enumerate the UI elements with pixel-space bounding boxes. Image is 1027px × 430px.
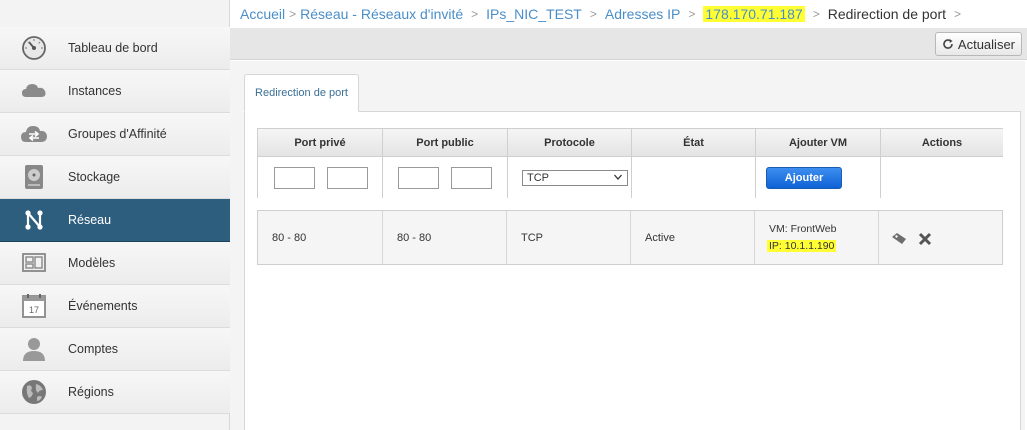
add-vm-cell: Ajouter <box>756 157 881 198</box>
toolbar: Actualiser <box>230 28 1027 60</box>
chevron-down-icon <box>614 174 622 180</box>
add-vm-button[interactable]: Ajouter <box>766 167 842 189</box>
state-cell <box>632 157 756 198</box>
breadcrumb-ip[interactable]: 178.170.71.187 <box>703 6 805 22</box>
sidebar-item-network[interactable]: Réseau <box>0 199 230 242</box>
sidebar-item-affinity-groups[interactable]: Groupes d'Affinité <box>0 113 230 156</box>
sidebar-item-label: Modèles <box>68 256 116 270</box>
public-port-start-input[interactable] <box>398 167 439 189</box>
sidebar-item-accounts[interactable]: Comptes <box>0 328 230 371</box>
cloud-arrows-icon <box>0 113 68 156</box>
main-content: Redirection de port Port privé Port publ… <box>230 61 1025 430</box>
rule-state: Active <box>631 211 755 264</box>
breadcrumb-separator: > <box>954 7 962 21</box>
protocol-cell: TCP <box>508 157 632 198</box>
network-icon <box>0 199 68 242</box>
breadcrumb-separator: > <box>812 7 820 21</box>
breadcrumb-separator: > <box>688 7 696 21</box>
sidebar-item-label: Groupes d'Affinité <box>68 127 167 141</box>
column-header-private-port: Port privé <box>258 129 383 157</box>
breadcrumb-separator: > <box>289 7 297 21</box>
sidebar-item-label: Réseau <box>68 213 112 227</box>
refresh-icon <box>943 39 953 49</box>
rule-vm-ip: IP: 10.1.1.190 <box>767 240 837 252</box>
user-icon <box>0 328 68 371</box>
breadcrumb-network[interactable]: Réseau - Réseaux d'invité <box>300 6 463 22</box>
rule-protocol: TCP <box>507 211 631 264</box>
sidebar-item-storage[interactable]: Stockage <box>0 156 230 199</box>
sidebar-item-label: Stockage <box>68 170 121 184</box>
table-row: 80 - 80 80 - 80 TCP Active VM: FrontWeb … <box>257 210 1003 265</box>
sidebar-item-templates[interactable]: Modèles <box>0 242 230 285</box>
rule-vm: VM: FrontWeb IP: 10.1.1.190 <box>755 211 879 264</box>
tab-port-forwarding[interactable]: Redirection de port <box>244 74 359 112</box>
templates-icon <box>0 242 68 285</box>
dashboard-gauge-icon <box>0 27 68 70</box>
sidebar-item-label: Comptes <box>68 342 119 356</box>
rule-vm-name: VM: FrontWeb <box>769 223 837 235</box>
sidebar-item-instances[interactable]: Instances <box>0 70 230 113</box>
cloud-icon <box>0 70 68 113</box>
rule-actions <box>879 211 1003 264</box>
public-port-cell <box>383 157 508 198</box>
column-header-add-vm: Ajouter VM <box>756 129 881 157</box>
breadcrumb-network-name[interactable]: IPs_NIC_TEST <box>486 6 582 22</box>
private-port-start-input[interactable] <box>274 167 315 189</box>
sidebar-item-events[interactable]: 17 Événements <box>0 285 230 328</box>
calendar-day-number: 17 <box>29 305 39 315</box>
calendar-icon: 17 <box>0 285 68 328</box>
breadcrumb-current: Redirection de port <box>827 6 947 22</box>
column-header-protocol: Protocole <box>508 129 632 157</box>
column-header-actions: Actions <box>881 129 1003 157</box>
protocol-select-value: TCP <box>527 172 549 184</box>
tag-icon[interactable] <box>891 232 907 246</box>
breadcrumb-separator: > <box>589 7 597 21</box>
sidebar-item-dashboard[interactable]: Tableau de bord <box>0 27 230 70</box>
refresh-button[interactable]: Actualiser <box>934 32 1022 56</box>
sidebar-item-label: Instances <box>68 84 122 98</box>
column-header-public-port: Port public <box>383 129 508 157</box>
sidebar-item-label: Événements <box>68 299 138 313</box>
globe-icon <box>0 371 68 414</box>
port-forwarding-form: Port privé Port public Protocole État Aj… <box>257 128 1003 198</box>
rule-private-port: 80 - 80 <box>258 211 383 264</box>
column-header-state: État <box>632 129 756 157</box>
private-port-end-input[interactable] <box>327 167 368 189</box>
sidebar: Tableau de bord Instances Groupes d'Affi… <box>0 0 230 430</box>
protocol-select[interactable]: TCP <box>522 170 628 186</box>
private-port-cell <box>258 157 383 198</box>
sidebar-item-label: Tableau de bord <box>68 41 158 55</box>
rule-public-port: 80 - 80 <box>383 211 507 264</box>
refresh-button-label: Actualiser <box>957 36 1015 52</box>
breadcrumb-separator: > <box>471 7 479 21</box>
delete-icon[interactable] <box>917 232 933 246</box>
breadcrumb: Accueil > Réseau - Réseaux d'invité > IP… <box>230 0 1027 28</box>
actions-cell <box>881 157 1003 198</box>
tab-panel: Port privé Port public Protocole État Aj… <box>244 111 1021 430</box>
sidebar-item-regions[interactable]: Régions <box>0 371 230 414</box>
breadcrumb-ip-addresses[interactable]: Adresses IP <box>605 6 680 22</box>
breadcrumb-home[interactable]: Accueil <box>240 6 285 22</box>
sidebar-item-label: Régions <box>68 385 114 399</box>
public-port-end-input[interactable] <box>451 167 492 189</box>
hard-drive-icon <box>0 156 68 199</box>
